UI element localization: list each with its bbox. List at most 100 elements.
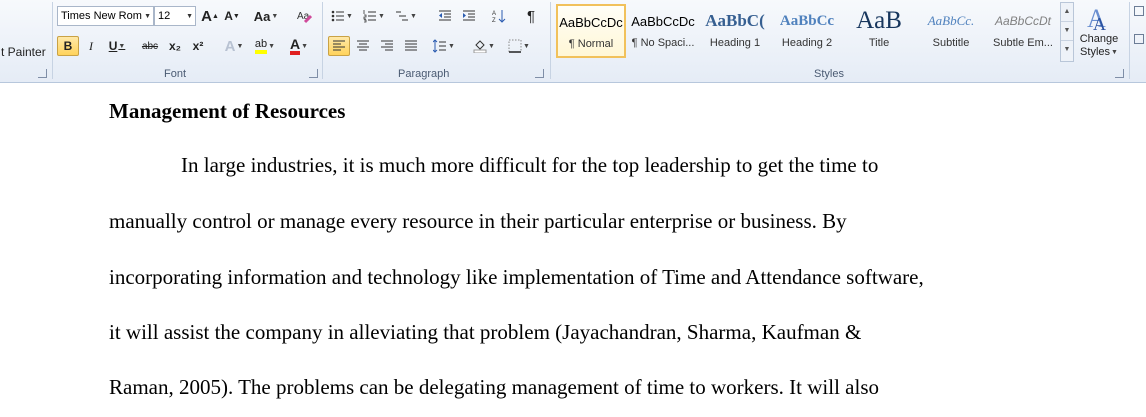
align-left-button[interactable]	[328, 36, 350, 56]
document-heading: Management of Resources	[109, 99, 346, 123]
style-no-spacing[interactable]: AaBbCcDc ¶ No Spaci...	[628, 4, 698, 58]
style-heading-1-label: Heading 1	[709, 37, 761, 49]
change-styles-label-line2: Styles	[1080, 46, 1111, 58]
pilcrow-icon: ¶	[526, 7, 536, 25]
style-heading-1[interactable]: AaBbC( Heading 1	[700, 4, 770, 58]
numbering-button[interactable]: ▼	[360, 6, 388, 26]
change-styles-label-row: Styles ▼	[1080, 46, 1118, 58]
decrease-indent-icon	[439, 10, 451, 21]
style-heading-2-sample: AaBbCc	[779, 12, 835, 29]
align-right-button[interactable]	[376, 36, 398, 56]
svg-text:A: A	[492, 11, 496, 17]
document-line: In large industries, it is much more dif…	[181, 153, 879, 177]
paragraph-dialog-launcher-icon[interactable]	[535, 69, 544, 78]
style-subtitle[interactable]: AaBbCc. Subtitle	[916, 4, 986, 58]
style-subtitle-sample: AaBbCc.	[927, 13, 975, 28]
align-right-icon	[381, 40, 393, 51]
replace-icon[interactable]	[1134, 34, 1144, 44]
underline-icon: U	[108, 39, 118, 53]
highlight-button[interactable]: ab ▼	[250, 36, 280, 56]
highlight-icon: ab	[254, 38, 268, 54]
superscript-icon: x²	[192, 39, 204, 53]
change-styles-icon: A A	[1087, 4, 1106, 33]
format-painter-label: t Painter	[1, 45, 46, 59]
strikethrough-button[interactable]: abc	[138, 36, 162, 56]
shading-button[interactable]: ▼	[470, 36, 498, 56]
style-no-spacing-sample: AaBbCcDc	[631, 13, 695, 29]
bullets-button[interactable]: ▼	[328, 6, 356, 26]
font-color-button[interactable]: A ▼	[284, 36, 314, 56]
format-painter-button[interactable]: t Painter	[0, 42, 50, 62]
line-spacing-button[interactable]: ▼	[430, 36, 458, 56]
separator	[550, 2, 551, 79]
document-line: incorporating information and technology…	[109, 265, 924, 289]
borders-button[interactable]: ▼	[504, 36, 534, 56]
font-name-value: Times New Rom	[61, 10, 142, 22]
change-case-button[interactable]: Aa ▼	[252, 6, 280, 26]
strikethrough-icon: abc	[141, 40, 159, 52]
styles-gallery-scrollbar[interactable]: ▲ ▼ ▼	[1060, 2, 1074, 62]
document-page[interactable]: Management of Resources In large industr…	[0, 83, 1146, 417]
editing-group-partial	[1134, 6, 1146, 66]
italic-icon: I	[89, 38, 93, 53]
italic-button[interactable]: I	[81, 36, 101, 56]
style-heading-1-sample: AaBbC(	[705, 11, 765, 30]
font-name-combo[interactable]: Times New Rom ▼	[57, 6, 154, 26]
paint-bucket-icon	[473, 40, 487, 53]
decrease-indent-button[interactable]	[434, 6, 456, 26]
numbering-icon	[363, 10, 377, 23]
style-subtle-emphasis[interactable]: AaBbCcDt Subtle Em...	[988, 4, 1058, 58]
styles-dialog-launcher-icon[interactable]	[1115, 69, 1124, 78]
line-spacing-icon	[433, 39, 447, 53]
grow-font-button[interactable]: A ▲	[200, 6, 220, 26]
chevron-down-icon: ▼	[186, 12, 193, 20]
sort-button[interactable]: AZ	[488, 6, 510, 26]
style-normal-label: ¶ Normal	[568, 38, 614, 50]
font-dialog-launcher-icon[interactable]	[309, 69, 318, 78]
style-title-sample: AaB	[856, 7, 902, 34]
styles-group-label: Styles	[814, 68, 844, 80]
justify-button[interactable]	[400, 36, 422, 56]
change-styles-button[interactable]: A A Change Styles ▼	[1076, 2, 1122, 64]
shrink-font-button[interactable]: A ▼	[222, 6, 242, 26]
subscript-button[interactable]: x₂	[165, 36, 185, 56]
bullets-icon	[331, 10, 345, 22]
clear-formatting-button[interactable]: Aa	[294, 6, 314, 26]
style-subtle-emphasis-label: Subtle Em...	[993, 37, 1053, 49]
show-formatting-marks-button[interactable]: ¶	[520, 6, 542, 26]
clipboard-dialog-launcher-icon[interactable]	[38, 69, 47, 78]
increase-indent-button[interactable]	[458, 6, 480, 26]
style-title[interactable]: AaB Title	[844, 4, 914, 58]
svg-text:Z: Z	[492, 18, 496, 23]
align-center-icon	[357, 40, 369, 51]
bold-button[interactable]: B	[57, 36, 79, 56]
svg-text:A: A	[1093, 14, 1106, 33]
clipboard-group: t Painter	[0, 0, 52, 82]
align-left-icon	[333, 40, 345, 51]
more-styles-icon[interactable]: ▼	[1061, 41, 1073, 59]
style-normal[interactable]: AaBbCcDc ¶ Normal	[556, 4, 626, 58]
document-line: manually control or manage every resourc…	[109, 209, 847, 233]
style-heading-2[interactable]: AaBbCc Heading 2	[772, 4, 842, 58]
align-center-button[interactable]	[352, 36, 374, 56]
find-icon[interactable]	[1134, 6, 1144, 16]
font-size-combo[interactable]: 12 ▼	[154, 6, 196, 26]
bold-icon: B	[63, 39, 73, 53]
style-subtle-emphasis-sample: AaBbCcDt	[994, 14, 1052, 28]
separator	[322, 2, 323, 79]
change-case-icon: Aa	[253, 8, 271, 24]
scroll-down-icon[interactable]: ▼	[1061, 22, 1073, 41]
separator	[1129, 2, 1130, 79]
superscript-button[interactable]: x²	[188, 36, 208, 56]
text-effects-button[interactable]: A ▼	[220, 36, 248, 56]
font-size-value: 12	[158, 10, 171, 22]
font-color-icon: A	[289, 37, 301, 55]
chevron-down-icon: ▼	[144, 12, 151, 20]
underline-button[interactable]: U ▼	[104, 36, 130, 56]
document-line: Raman, 2005). The problems can be delega…	[109, 375, 879, 399]
multilevel-list-button[interactable]: ▼	[392, 6, 420, 26]
scroll-up-icon[interactable]: ▲	[1061, 3, 1073, 22]
clear-formatting-icon: Aa	[297, 11, 312, 24]
document-line: it will assist the company in alleviatin…	[109, 320, 862, 344]
font-group-label: Font	[164, 68, 187, 80]
